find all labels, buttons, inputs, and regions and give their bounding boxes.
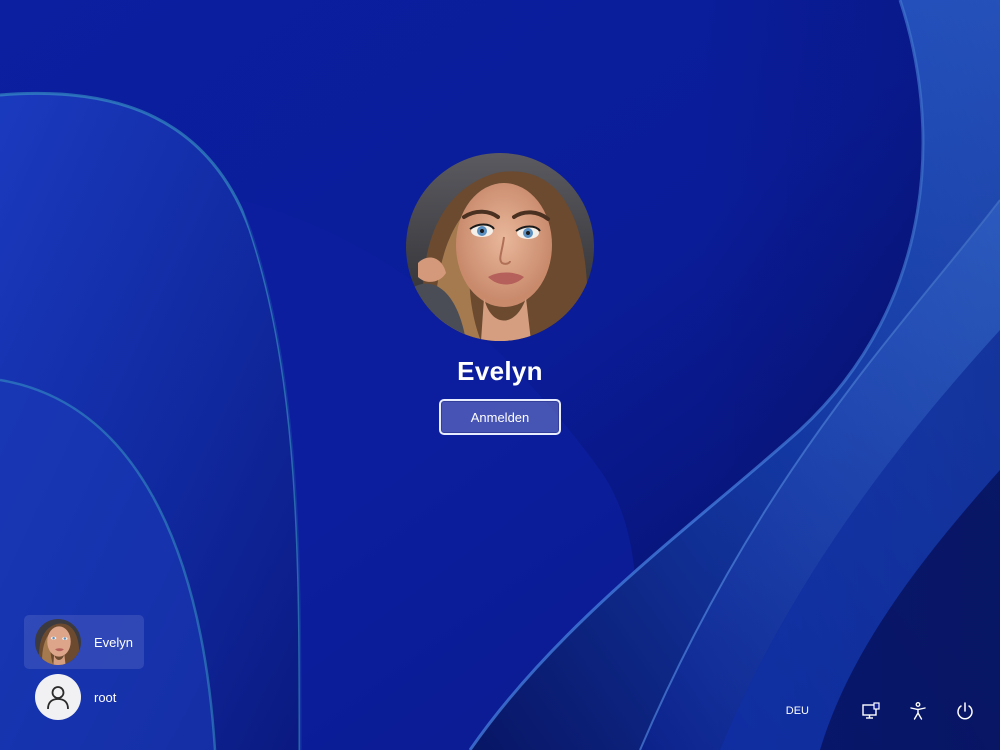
accessibility-icon[interactable] bbox=[907, 700, 929, 722]
system-tray: DEU bbox=[786, 696, 976, 726]
user-avatar bbox=[406, 153, 594, 341]
power-icon[interactable] bbox=[954, 700, 976, 722]
generic-person-icon bbox=[35, 674, 81, 720]
username-label: Evelyn bbox=[457, 356, 543, 386]
user-tile-avatar bbox=[35, 619, 81, 665]
network-icon[interactable] bbox=[860, 700, 882, 722]
language-indicator[interactable]: DEU bbox=[786, 705, 809, 717]
user-photo-icon bbox=[35, 619, 81, 665]
signin-button[interactable]: Anmelden bbox=[439, 399, 561, 435]
user-tile-name: Evelyn bbox=[94, 634, 134, 650]
user-tile-root[interactable]: root bbox=[24, 670, 144, 724]
user-tile-name: root bbox=[94, 689, 117, 705]
lock-screen: Evelyn Anmelden Evelyn root DEU bbox=[0, 0, 1000, 750]
user-photo-icon bbox=[406, 153, 594, 341]
user-tile-evelyn[interactable]: Evelyn bbox=[24, 615, 144, 669]
